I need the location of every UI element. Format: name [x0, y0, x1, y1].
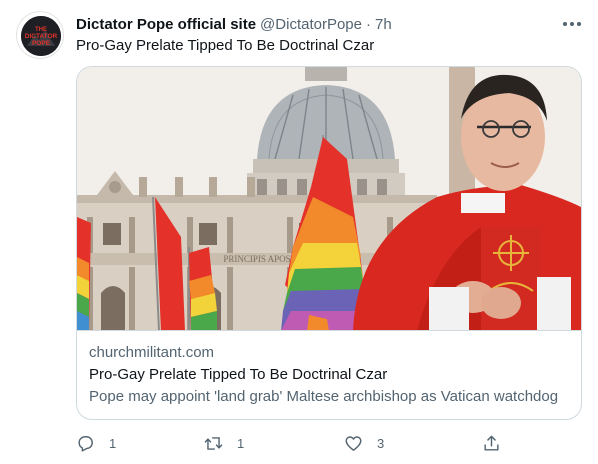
retweet-button[interactable]: 1 [204, 430, 244, 456]
share-icon [484, 435, 499, 451]
display-name[interactable]: Dictator Pope official site [76, 16, 256, 33]
retweet-count: 1 [237, 435, 245, 451]
reply-icon [78, 435, 93, 452]
tweet-text: Pro-Gay Prelate Tipped To Be Doctrinal C… [76, 37, 375, 54]
card-title: Pro-Gay Prelate Tipped To Be Doctrinal C… [89, 366, 388, 383]
timestamp[interactable]: 7h [375, 16, 392, 33]
like-button[interactable]: 3 [344, 430, 384, 456]
more-icon [563, 22, 581, 26]
svg-text:DICTATOR: DICTATOR [25, 33, 58, 40]
card-image[interactable]: PRINCIPIS APOS [77, 67, 581, 331]
dictator-pope-logo: THE DICTATOR POPE [21, 16, 61, 56]
reply-count: 1 [109, 435, 117, 451]
separator-dot: · [366, 15, 371, 33]
card-body[interactable]: churchmilitant.com Pro-Gay Prelate Tippe… [89, 343, 569, 407]
more-options-button[interactable] [560, 13, 584, 35]
svg-text:PRINCIPIS APOS: PRINCIPIS APOS [223, 254, 290, 264]
reply-button[interactable]: 1 [76, 430, 116, 456]
username-handle[interactable]: @DictatorPope [260, 16, 362, 33]
card-domain: churchmilitant.com [89, 344, 215, 361]
link-card[interactable]: PRINCIPIS APOS churchmilitant.com Pro-Ga… [76, 66, 582, 420]
retweet-icon [204, 436, 223, 450]
like-count: 3 [377, 435, 385, 451]
tweet-actions: 1 1 3 [76, 430, 582, 456]
card-description: Pope may appoint 'land grab' Maltese arc… [89, 388, 559, 405]
share-button[interactable] [482, 430, 501, 456]
avatar-image: THE DICTATOR POPE [21, 16, 61, 56]
tweet-header: Dictator Pope official site @DictatorPop… [76, 14, 558, 34]
like-icon [345, 435, 362, 451]
tweet[interactable]: THE DICTATOR POPE Dictator Pope official… [0, 0, 598, 464]
card-photo: PRINCIPIS APOS [77, 67, 581, 330]
svg-text:POPE: POPE [32, 40, 51, 47]
avatar[interactable]: THE DICTATOR POPE [16, 11, 64, 59]
